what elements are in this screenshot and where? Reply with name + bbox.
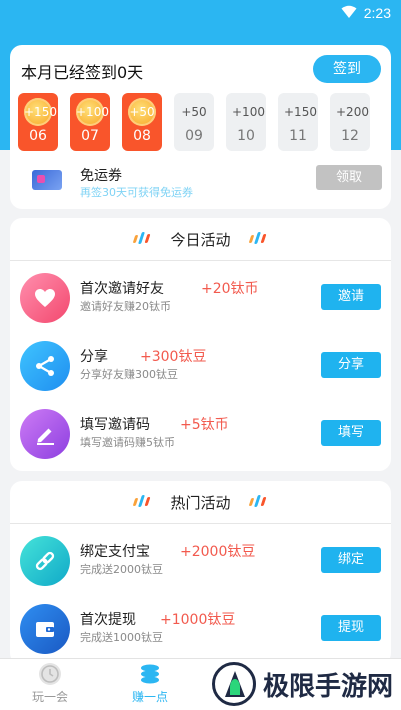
hot-activities-card: 热门活动 绑定支付宝 +2000钛豆 完成送2000钛豆 绑定 首次提现 +10…	[10, 481, 391, 665]
coupon-claim-button[interactable]: 领取	[316, 165, 382, 190]
nav-item-earn[interactable]: 赚一点	[100, 659, 200, 710]
signin-day: +50 08	[122, 93, 162, 151]
signin-card: 本月已经签到0天 签到 +150 06 +100 07 +50 08 +50 0…	[10, 45, 391, 209]
signin-day: +150 11	[278, 93, 318, 151]
signin-button[interactable]: 签到	[313, 55, 381, 83]
signin-days: +150 06 +100 07 +50 08 +50 09 +100 10 +1…	[18, 93, 388, 151]
activity-row: 分享 +300钛豆 分享好友赚300钛豆 分享	[10, 331, 391, 399]
section-header: 今日活动	[10, 218, 391, 261]
activity-description: 完成送1000钛豆	[80, 631, 163, 644]
signin-day: +100 10	[226, 93, 266, 151]
withdraw-button[interactable]: 提现	[321, 615, 381, 641]
signin-day-number: 12	[341, 128, 359, 144]
activity-row: 填写邀请码 +5钛币 填写邀请码赚5钛币 填写	[10, 399, 391, 467]
coupon-title: 免运券	[80, 168, 122, 184]
signin-day-number: 08	[133, 128, 151, 144]
status-bar: 2:23	[0, 0, 401, 26]
section-header: 热门活动	[10, 481, 391, 524]
activity-reward: +5钛币	[180, 417, 229, 433]
link-icon	[20, 536, 70, 586]
activity-description: 完成送2000钛豆	[80, 563, 163, 576]
activity-name: 分享	[80, 349, 108, 365]
fill-code-button[interactable]: 填写	[321, 420, 381, 446]
share-icon	[20, 341, 70, 391]
activity-name: 首次邀请好友	[80, 281, 164, 297]
signin-day: +50 09	[174, 93, 214, 151]
wifi-icon	[341, 5, 357, 18]
section-title: 今日活动	[170, 231, 231, 249]
coupon-icon	[32, 170, 62, 190]
bind-alipay-button[interactable]: 绑定	[321, 547, 381, 573]
signin-day-number: 07	[81, 128, 99, 144]
pen-icon	[20, 409, 70, 459]
signin-day: +100 07	[70, 93, 110, 151]
activity-description: 邀请好友赚20钛币	[80, 300, 171, 313]
invite-button[interactable]: 邀请	[321, 284, 381, 310]
coin-icon: +200	[336, 105, 369, 119]
activity-row: 绑定支付宝 +2000钛豆 完成送2000钛豆 绑定	[10, 526, 391, 594]
activity-reward: +300钛豆	[140, 349, 207, 365]
nav-item-play[interactable]: 玩一会	[0, 659, 100, 710]
signin-day-number: 06	[29, 128, 47, 144]
coin-icon: +150	[284, 105, 317, 119]
coin-icon: +50	[181, 105, 207, 119]
activity-name: 填写邀请码	[80, 417, 150, 433]
activity-reward: +20钛币	[201, 281, 259, 297]
coin-icon: +100	[232, 105, 265, 119]
activity-name: 首次提现	[80, 612, 136, 628]
coin-icon: +150	[24, 98, 57, 126]
activity-row: 首次邀请好友 +20钛币 邀请好友赚20钛币 邀请	[10, 263, 391, 331]
activity-reward: +1000钛豆	[160, 612, 236, 628]
coupon-subtitle: 再签30天可获得免运券	[80, 186, 193, 199]
status-time: 2:23	[363, 5, 391, 21]
activity-row: 首次提现 +1000钛豆 完成送1000钛豆 提现	[10, 594, 391, 662]
signin-day-number: 09	[185, 128, 203, 144]
decoration-icon	[248, 495, 268, 509]
coin-icon: +100	[76, 98, 109, 126]
signin-title: 本月已经签到0天	[21, 63, 144, 82]
signin-day: +150 06	[18, 93, 58, 151]
wallet-icon	[20, 604, 70, 654]
activity-description: 分享好友赚300钛豆	[80, 368, 178, 381]
activity-reward: +2000钛豆	[180, 544, 256, 560]
coins-icon	[139, 663, 161, 685]
watermark-logo-icon	[212, 662, 256, 706]
nav-label: 玩一会	[31, 690, 68, 704]
today-activities-card: 今日活动 首次邀请好友 +20钛币 邀请好友赚20钛币 邀请 分享 +300钛豆…	[10, 218, 391, 471]
heart-icon	[20, 273, 70, 323]
signin-day: +200 12	[330, 93, 370, 151]
decoration-icon	[248, 232, 268, 246]
clock-icon	[39, 663, 61, 685]
signin-day-number: 10	[237, 128, 255, 144]
signin-day-number: 11	[289, 128, 307, 144]
share-button[interactable]: 分享	[321, 352, 381, 378]
activity-description: 填写邀请码赚5钛币	[80, 436, 175, 449]
watermark: 极限手游网	[208, 660, 398, 710]
activity-name: 绑定支付宝	[80, 544, 150, 560]
coin-icon: +50	[128, 98, 156, 126]
section-title: 热门活动	[170, 494, 231, 512]
watermark-text: 极限手游网	[263, 672, 394, 702]
nav-label: 赚一点	[131, 690, 168, 704]
coupon-row: 免运券 再签30天可获得免运券 领取	[10, 157, 391, 209]
